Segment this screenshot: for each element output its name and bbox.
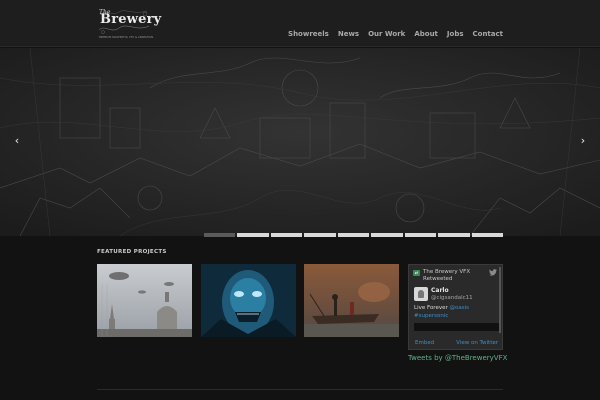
- nav-jobs[interactable]: Jobs: [447, 30, 464, 38]
- slider-tab[interactable]: [237, 233, 269, 237]
- widget-scrollbar[interactable]: [499, 267, 501, 333]
- project-thumbnail-london[interactable]: [97, 264, 192, 337]
- brewery-logo[interactable]: The Brewery PREMIUM MASTERFUL VFX & ANIM…: [97, 8, 161, 42]
- slider-tab[interactable]: [438, 233, 470, 237]
- retweet-icon: ⇄: [413, 270, 420, 276]
- retweet-header: ⇄ The Brewery VFX Retweeted: [413, 269, 493, 283]
- main-nav: Showreels News Our Work About Jobs Conta…: [279, 30, 503, 38]
- slider-tab[interactable]: [270, 233, 303, 237]
- avatar[interactable]: [414, 287, 428, 301]
- page: The Brewery PREMIUM MASTERFUL VFX & ANIM…: [0, 0, 600, 400]
- tweet-mention-link[interactable]: @oasis: [449, 305, 469, 311]
- slider-tab[interactable]: [404, 233, 437, 237]
- project-thumbnail-eddie[interactable]: [201, 264, 296, 337]
- hero-sketch-image: [0, 48, 600, 236]
- slider-prev-arrow-icon[interactable]: ‹: [12, 135, 22, 147]
- embed-link[interactable]: Embed: [415, 340, 434, 346]
- slider-tab[interactable]: [471, 233, 503, 237]
- featured-projects-heading: FEATURED PROJECTS: [97, 249, 167, 255]
- twitter-bird-icon[interactable]: [489, 269, 497, 276]
- slider-tab[interactable]: [304, 233, 336, 237]
- nav-contact[interactable]: Contact: [473, 30, 504, 38]
- view-on-twitter-link[interactable]: View on Twitter: [456, 340, 498, 346]
- hero-slider: ‹ ›: [0, 48, 600, 236]
- tweet-media[interactable]: [414, 323, 500, 331]
- nav-news[interactable]: News: [338, 30, 359, 38]
- slider-tab[interactable]: [204, 233, 236, 237]
- tweet-hashtag-link[interactable]: #supersonic: [414, 313, 448, 319]
- nav-our-work[interactable]: Our Work: [368, 30, 405, 38]
- logo-wordmark: Brewery: [100, 12, 162, 27]
- tweet-author-name[interactable]: Carlo: [431, 287, 449, 294]
- tweets-by-link[interactable]: Tweets by @TheBreweryVFX: [408, 354, 507, 362]
- slider-tab[interactable]: [337, 233, 370, 237]
- tweet-text: Live Forever @oasis #supersonic: [414, 305, 469, 319]
- twitter-widget: ⇄ The Brewery VFX Retweeted Carlo @cigsa…: [408, 264, 503, 350]
- slider-pagination: [204, 233, 503, 237]
- nav-showreels[interactable]: Showreels: [288, 30, 329, 38]
- project-thumbnail-ship[interactable]: [304, 264, 399, 337]
- retweeter-name[interactable]: The Brewery VFX: [423, 269, 470, 276]
- nav-about[interactable]: About: [414, 30, 438, 38]
- footer-divider: [97, 389, 503, 390]
- logo-tagline: PREMIUM MASTERFUL VFX & ANIMATION: [99, 36, 154, 39]
- retweeted-label: Retweeted: [423, 276, 453, 282]
- slider-tab[interactable]: [371, 233, 403, 237]
- site-header: The Brewery PREMIUM MASTERFUL VFX & ANIM…: [0, 0, 600, 47]
- tweet-author-handle[interactable]: @cigsandalc11: [431, 295, 473, 301]
- slider-next-arrow-icon[interactable]: ›: [578, 135, 588, 147]
